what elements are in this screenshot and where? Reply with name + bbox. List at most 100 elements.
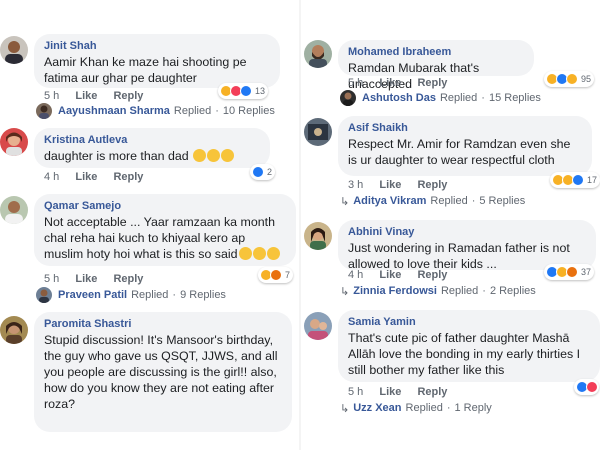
- comment-bubble: Samia Yamin That's cute pic of father da…: [338, 310, 600, 382]
- avatar[interactable]: [304, 118, 332, 146]
- like-reaction-icon: [572, 174, 584, 186]
- replied-label: Replied: [440, 285, 479, 297]
- reaction-summary[interactable]: 17: [550, 172, 600, 188]
- like-link[interactable]: Like: [379, 77, 401, 89]
- comment-bubble: Paromita Shastri Stupid discussion! It's…: [34, 312, 292, 432]
- like-link[interactable]: Like: [75, 273, 97, 285]
- replies-count[interactable]: 10 Replies: [223, 105, 275, 117]
- replied-label: Replied: [405, 402, 443, 414]
- comment-author[interactable]: Paromita Shastri: [44, 318, 282, 331]
- comment-text: That's cute pic of father daughter Mashā…: [348, 331, 581, 377]
- like-link[interactable]: Like: [75, 90, 97, 102]
- comment-author[interactable]: Qamar Samejo: [44, 200, 286, 213]
- separator: ·: [471, 195, 476, 207]
- like-link[interactable]: Like: [379, 269, 401, 281]
- replies-count[interactable]: 15 Replies: [489, 92, 541, 104]
- comment-actions: 5 h Like Reply: [44, 273, 156, 286]
- comment-author[interactable]: Kristina Autleva: [44, 134, 260, 147]
- reaction-summary[interactable]: 13: [218, 83, 269, 99]
- reply-summary[interactable]: Aayushmaan Sharma Replied · 10 Replies: [36, 102, 275, 120]
- comment-author[interactable]: Samia Yamin: [348, 316, 590, 329]
- comment-actions: 3 h Like Reply: [348, 179, 460, 192]
- avatar[interactable]: [0, 36, 28, 64]
- comment-time: 5 h: [44, 273, 60, 285]
- reply-avatar: [36, 287, 52, 303]
- comment-text: Aamir Khan ke maze hai shooting pe fatim…: [44, 55, 247, 85]
- reply-summary[interactable]: ↳ Zinnia Ferdowsi Replied · 2 Replies: [340, 282, 536, 300]
- comment-time: 4 h: [348, 269, 364, 281]
- comment-bubble: Mohamed Ibraheem Ramdan Mubarak that's u…: [338, 40, 534, 91]
- comment-author[interactable]: Asif Shaikh: [348, 122, 582, 135]
- reply-author[interactable]: Uzz Xean: [353, 402, 401, 414]
- reply-link[interactable]: Reply: [417, 179, 447, 191]
- reaction-count: 95: [581, 74, 592, 84]
- replies-count[interactable]: 9 Replies: [180, 289, 226, 301]
- sad-emoji-icon: [266, 247, 280, 260]
- reaction-count: 37: [581, 267, 592, 277]
- angry-reaction-icon: [566, 266, 578, 278]
- avatar[interactable]: [0, 316, 28, 344]
- reply-author[interactable]: Aditya Vikram: [353, 195, 426, 207]
- angry-reaction-icon: [270, 269, 282, 281]
- comment-author[interactable]: Abhini Vinay: [348, 226, 586, 239]
- like-link[interactable]: Like: [379, 179, 401, 191]
- replies-count[interactable]: 2 Replies: [490, 285, 536, 297]
- sad-emoji-icon: [238, 247, 252, 260]
- like-reaction-icon: [252, 166, 264, 178]
- reaction-summary[interactable]: 7: [258, 267, 294, 283]
- comment-time: 5 h: [348, 386, 364, 398]
- replies-count[interactable]: 5 Replies: [479, 195, 525, 207]
- comment-author[interactable]: Mohamed Ibraheem: [348, 46, 524, 59]
- avatar[interactable]: [304, 312, 332, 340]
- reply-link[interactable]: Reply: [417, 77, 447, 89]
- reply-avatar: [340, 90, 356, 106]
- reply-author[interactable]: Ashutosh Das: [362, 92, 436, 104]
- reply-author[interactable]: Aayushmaan Sharma: [58, 105, 170, 117]
- avatar[interactable]: [304, 222, 332, 250]
- reply-author[interactable]: Zinnia Ferdowsi: [353, 285, 437, 297]
- reply-link[interactable]: Reply: [113, 90, 143, 102]
- reaction-summary[interactable]: 37: [544, 264, 595, 280]
- reaction-count: 13: [255, 86, 266, 96]
- avatar[interactable]: [0, 128, 28, 156]
- like-link[interactable]: Like: [75, 171, 97, 183]
- reply-summary[interactable]: Praveen Patil Replied · 9 Replies: [36, 286, 226, 304]
- comment-time: 5 h: [44, 90, 60, 102]
- comment-text: Not acceptable ... Yaar ramzaan ka month…: [44, 214, 286, 262]
- replied-label: Replied: [439, 92, 478, 104]
- like-link[interactable]: Like: [379, 386, 401, 398]
- reply-author[interactable]: Praveen Patil: [58, 289, 127, 301]
- comments-column-right: Mohamed Ibraheem Ramdan Mubarak that's u…: [304, 0, 600, 450]
- reaction-summary[interactable]: 95: [544, 71, 595, 87]
- reply-summary[interactable]: ↳ Uzz Xean Replied · 1 Reply: [340, 399, 492, 417]
- reply-link[interactable]: Reply: [417, 386, 447, 398]
- reply-link[interactable]: Reply: [417, 269, 447, 281]
- reply-summary[interactable]: ↳ Aditya Vikram Replied · 5 Replies: [340, 192, 525, 210]
- reaction-count: 17: [587, 175, 598, 185]
- comment-bubble: Kristina Autleva daughter is more than d…: [34, 128, 270, 168]
- reply-link[interactable]: Reply: [113, 273, 143, 285]
- reaction-count: 7: [285, 270, 291, 280]
- separator: ·: [215, 105, 219, 117]
- comment-text: Stupid discussion! It's Mansoor's birthd…: [44, 333, 278, 411]
- replied-label: Replied: [430, 195, 468, 207]
- reply-arrow-icon: ↳: [340, 402, 350, 415]
- separator: ·: [172, 289, 177, 301]
- reaction-summary[interactable]: [574, 379, 599, 395]
- reaction-summary[interactable]: 2: [250, 164, 276, 180]
- avatar[interactable]: [0, 196, 28, 224]
- reply-link[interactable]: Reply: [113, 171, 143, 183]
- laughing-emoji-icon: [221, 149, 235, 162]
- comment-actions: 4 h Like Reply: [44, 171, 156, 184]
- comments-column-left: Jinit Shah Aamir Khan ke maze hai shooti…: [0, 0, 296, 450]
- comment-text: daughter is more than dad: [44, 148, 260, 164]
- avatar[interactable]: [304, 40, 332, 68]
- replies-count[interactable]: 1 Reply: [455, 402, 492, 414]
- comment-author[interactable]: Jinit Shah: [44, 40, 270, 53]
- comment-bubble: Qamar Samejo Not acceptable ... Yaar ram…: [34, 194, 296, 266]
- separator: ·: [446, 402, 451, 414]
- comment-bubble: Asif Shaikh Respect Mr. Amir for Ramdzan…: [338, 116, 592, 176]
- reply-summary[interactable]: Ashutosh Das Replied · 15 Replies: [340, 89, 541, 107]
- wow-reaction-icon: [566, 73, 578, 85]
- like-reaction-icon: [240, 85, 252, 97]
